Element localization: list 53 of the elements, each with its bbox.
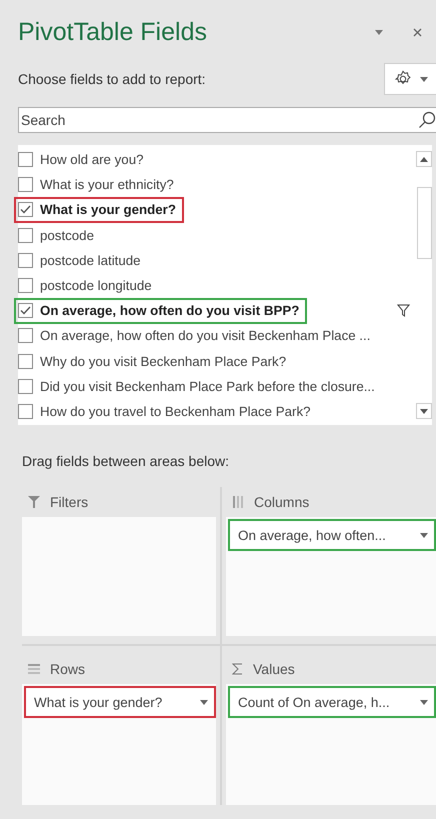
caret-icon <box>200 700 208 704</box>
checkbox[interactable] <box>18 252 33 268</box>
caret-icon <box>420 76 428 82</box>
arrow-down-icon <box>420 408 428 414</box>
drop-area[interactable]: What is your gender? <box>22 684 216 805</box>
checkbox[interactable] <box>18 354 33 369</box>
sigma-icon <box>232 663 243 675</box>
checkbox[interactable] <box>18 278 33 294</box>
columns-icon <box>232 496 244 508</box>
area-label: Rows <box>50 661 86 677</box>
checkbox[interactable] <box>18 378 33 394</box>
field-item[interactable]: On average, how often do you visit BPP? <box>14 298 308 324</box>
scroll-up-button[interactable] <box>416 151 432 167</box>
area-label: Columns <box>254 494 310 510</box>
scroll-down-button[interactable] <box>416 403 432 419</box>
arrow-up-icon <box>420 156 428 162</box>
field-item[interactable]: Why do you visit Beckenham Place Park? <box>14 348 294 374</box>
field-item[interactable]: How old are you? <box>14 146 152 173</box>
field-item[interactable]: What is your ethnicity? <box>14 172 182 198</box>
search-icon <box>418 111 436 129</box>
field-item[interactable]: postcode <box>14 222 102 248</box>
checkbox[interactable] <box>18 202 33 218</box>
instruction-text: Choose fields to add to report: <box>18 71 207 87</box>
caret-icon <box>420 700 428 704</box>
caret-icon[interactable] <box>375 30 383 35</box>
settings-button[interactable] <box>384 63 436 95</box>
panel-title: PivotTable Fields <box>18 18 208 47</box>
checkbox[interactable] <box>18 228 33 243</box>
field-chip[interactable]: What is your gender? <box>24 686 216 718</box>
areas-heading: Drag fields between areas below: <box>22 453 230 469</box>
field-item[interactable]: postcode latitude <box>14 247 149 274</box>
checkbox[interactable] <box>18 404 33 419</box>
drop-area[interactable]: Count of On average, h... <box>226 684 436 805</box>
scrollbar-thumb[interactable] <box>416 187 432 259</box>
caret-icon <box>420 532 428 538</box>
area-label: Filters <box>50 494 88 510</box>
area-label: Values <box>253 661 295 677</box>
checkbox[interactable] <box>18 328 33 344</box>
checkbox[interactable] <box>18 303 33 318</box>
field-item[interactable]: Did you visit Beckenham Place Park before the closure... <box>14 373 383 400</box>
field-item[interactable]: postcode longitude <box>14 272 160 299</box>
field-chip[interactable]: Count of On average, h... <box>228 686 436 718</box>
drop-area[interactable]: On average, how often... <box>226 517 436 636</box>
search-field[interactable]: Search <box>18 107 436 133</box>
field-item[interactable]: How do you travel to Beckenham Place Park? <box>14 398 319 424</box>
checkbox[interactable] <box>18 177 33 192</box>
close-icon[interactable] <box>413 28 422 37</box>
field-item[interactable]: What is your gender? <box>14 196 184 223</box>
field-chip[interactable]: On average, how often... <box>228 519 436 551</box>
checkbox[interactable] <box>18 152 33 168</box>
field-item[interactable]: On average, how often do you visit Beckenham Place ... <box>14 322 378 349</box>
rows-icon <box>28 663 40 675</box>
filter-icon <box>28 496 40 508</box>
